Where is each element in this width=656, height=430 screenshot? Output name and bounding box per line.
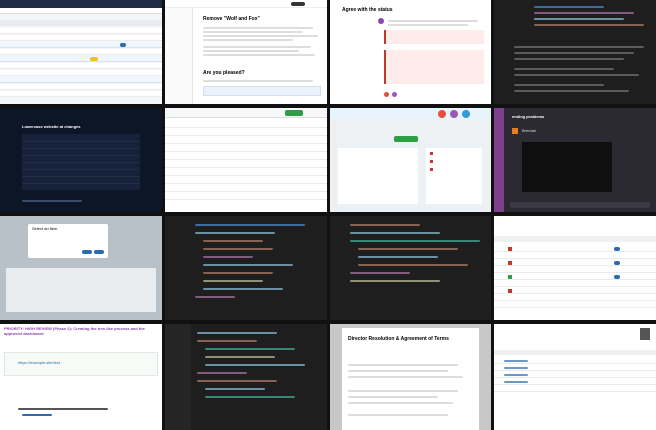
tile-admin-table[interactable]: [0, 0, 162, 104]
status-dot: [508, 261, 512, 265]
add-button[interactable]: [394, 136, 418, 142]
chat-title: ending problems: [512, 114, 545, 119]
tile-priority-note: PRIORITY: HIGH REVIEW (Phase 2): Creatin…: [0, 324, 162, 430]
tile-data-table: [494, 216, 656, 320]
avatar: [512, 128, 518, 134]
screenshot-mosaic: Remove "Wolf and Fox" Are you pleased? A…: [0, 0, 656, 430]
dialog-title: Select an item: [32, 226, 58, 231]
badge-icon: [438, 110, 446, 118]
tile-navy-table: Lowercase website at changes: [0, 108, 162, 212]
tile-file-list: [165, 108, 327, 212]
tile-dark-editor-1: [494, 0, 656, 104]
action-button[interactable]: [614, 247, 620, 251]
note-link[interactable]: https://example.site/test: [18, 360, 60, 365]
status-dot: [508, 275, 512, 279]
tile-link-table: [494, 324, 656, 430]
avatar: [640, 328, 650, 340]
status-dot: [508, 247, 512, 251]
tile-doc-page: Remove "Wolf and Fox" Are you pleased?: [165, 0, 327, 104]
doc-heading: Director Resolution & Agreement of Terms: [348, 336, 449, 342]
status-dot: [430, 160, 433, 163]
tile-chat-terminal: ending problems Brendal: [494, 108, 656, 212]
status-dot: [430, 168, 433, 171]
tile-dark-editor-3: [330, 216, 491, 320]
badge-icon: [450, 110, 458, 118]
chat-heading: Agree with the status: [342, 7, 393, 13]
doc-heading: Remove "Wolf and Fox": [203, 16, 260, 22]
badge-icon: [462, 110, 470, 118]
user-name: Brendal: [522, 128, 536, 133]
status-dot: [508, 289, 512, 293]
tile-agreement-doc: Director Resolution & Agreement of Terms: [330, 324, 491, 430]
priority-heading: PRIORITY: HIGH REVIEW (Phase 2): Creatin…: [4, 326, 145, 336]
cancel-button[interactable]: [82, 250, 92, 254]
commit-button[interactable]: [285, 110, 303, 116]
question-heading: Are you pleased?: [203, 70, 245, 76]
tile-modal-dialog: Select an item: [0, 216, 162, 320]
action-button[interactable]: [614, 261, 620, 265]
status-dot: [430, 152, 433, 155]
action-button[interactable]: [614, 275, 620, 279]
reaction-icon[interactable]: [392, 92, 397, 97]
reaction-icon[interactable]: [384, 92, 389, 97]
action-button[interactable]: [120, 43, 126, 47]
status-badge: [90, 57, 98, 61]
avatar: [378, 18, 384, 24]
save-button[interactable]: [94, 250, 104, 254]
tile-dark-editor-4: [165, 324, 327, 430]
share-button[interactable]: [291, 2, 305, 6]
tile-card-dashboard: [330, 108, 491, 212]
tile-dark-editor-2: [165, 216, 327, 320]
tile-chat-quote: Agree with the status: [330, 0, 491, 104]
table-title: Lowercase website at changes: [22, 124, 81, 129]
